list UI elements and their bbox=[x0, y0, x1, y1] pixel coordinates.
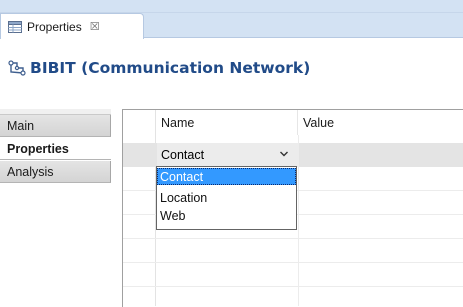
table-row[interactable] bbox=[123, 239, 463, 263]
side-tab-properties[interactable]: Properties bbox=[0, 138, 111, 160]
properties-table-icon bbox=[8, 20, 22, 33]
column-header-name[interactable]: Name bbox=[156, 110, 298, 135]
column-header-name-label: Name bbox=[161, 115, 195, 130]
side-tab-analysis[interactable]: Analysis bbox=[0, 161, 111, 183]
dropdown-option-contact[interactable]: Contact bbox=[157, 168, 296, 185]
dropdown-option-label: Location bbox=[160, 190, 208, 205]
name-combo-value: Contact bbox=[161, 148, 205, 162]
page-title-text: BIBIT (Communication Network) bbox=[30, 59, 311, 77]
column-header-value-label: Value bbox=[303, 115, 335, 130]
dropdown-option-web[interactable]: Web bbox=[157, 207, 296, 224]
tab-properties[interactable]: Properties ☒ bbox=[0, 13, 144, 39]
side-tab-main[interactable]: Main bbox=[0, 115, 111, 137]
chevron-down-icon[interactable] bbox=[279, 149, 289, 159]
side-tab-main-label: Main bbox=[7, 118, 35, 133]
dropdown-option-label: Contact bbox=[160, 169, 204, 184]
side-tab-list: Main Properties Analysis bbox=[0, 109, 111, 307]
network-link-icon bbox=[8, 60, 26, 76]
side-tab-analysis-label: Analysis bbox=[7, 164, 54, 179]
view-tab-strip: Properties ☒ bbox=[0, 0, 463, 39]
page-title: BIBIT (Communication Network) bbox=[0, 56, 310, 80]
dropdown-option-location[interactable]: Location bbox=[157, 189, 296, 206]
column-header-value[interactable]: Value bbox=[298, 110, 463, 135]
side-tab-properties-label: Properties bbox=[7, 141, 69, 156]
close-icon[interactable]: ☒ bbox=[90, 20, 100, 33]
name-dropdown-list: Contact Location Web bbox=[156, 166, 297, 230]
name-combo-box[interactable]: Contact bbox=[157, 143, 299, 167]
properties-view: Properties ☒ BIBIT (Communication Networ… bbox=[0, 0, 463, 307]
dropdown-option-label: Web bbox=[160, 208, 186, 223]
tab-properties-label: Properties bbox=[27, 19, 82, 34]
table-row[interactable] bbox=[123, 263, 463, 287]
